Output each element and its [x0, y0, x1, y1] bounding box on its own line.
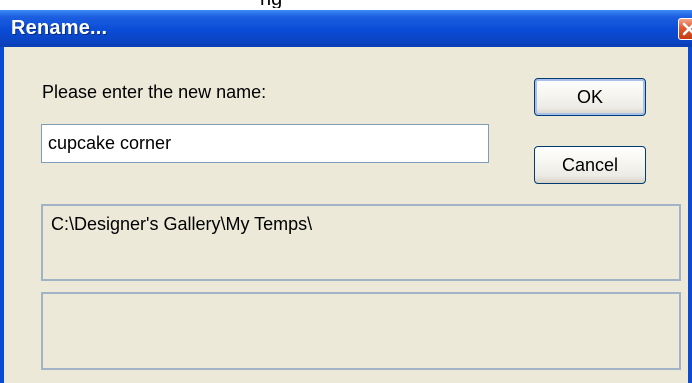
cancel-button[interactable]: Cancel: [534, 146, 646, 184]
window-title: Rename...: [11, 17, 108, 39]
close-icon: [682, 22, 692, 36]
path-text: C:\Designer's Gallery\My Temps\: [51, 214, 313, 234]
title-bar[interactable]: Rename...: [0, 10, 692, 47]
new-name-input[interactable]: [41, 124, 489, 163]
ok-button[interactable]: OK: [534, 78, 646, 116]
rename-dialog: Rename... Please enter the new name: OK …: [0, 10, 692, 383]
prompt-label: Please enter the new name:: [42, 82, 267, 102]
info-display-box: [41, 292, 681, 370]
background-text: ng: [260, 0, 282, 8]
close-button[interactable]: [678, 18, 692, 40]
path-display-box: C:\Designer's Gallery\My Temps\: [41, 204, 681, 281]
background-text-fragment: ng: [0, 0, 692, 8]
